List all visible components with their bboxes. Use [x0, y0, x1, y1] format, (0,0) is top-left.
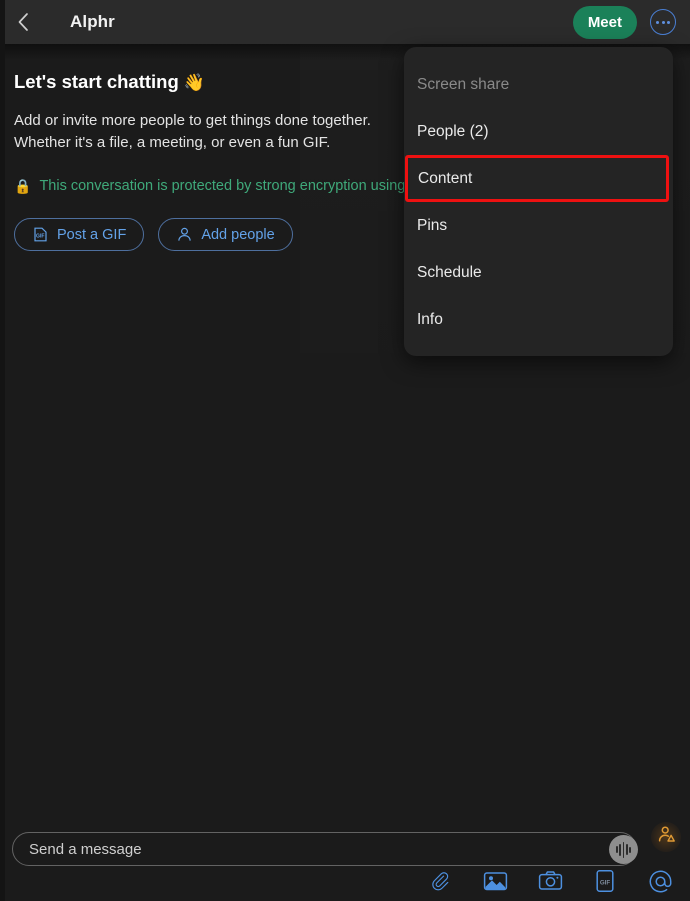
post-a-gif-label: Post a GIF: [57, 226, 127, 243]
menu-item-label: Screen share: [417, 75, 510, 93]
intro-action-buttons: GIF Post a GIF Add people: [14, 218, 434, 251]
menu-item-label: Info: [417, 310, 443, 328]
empty-conversation-intro: Let's start chatting 👋 Add or invite more…: [14, 71, 434, 251]
photo-button[interactable]: [481, 867, 509, 895]
page-title: Alphr: [70, 12, 115, 31]
svg-text:GIF: GIF: [600, 880, 611, 887]
menu-item-label: Content: [418, 169, 473, 187]
gif-button[interactable]: GIF: [591, 867, 619, 895]
menu-item-content[interactable]: Content: [405, 155, 669, 202]
svg-text:GIF: GIF: [36, 234, 45, 240]
encryption-notice: 🔒 This conversation is protected by stro…: [14, 176, 426, 196]
composer-tool-row: GIF: [426, 867, 674, 895]
mention-at-icon: [648, 869, 673, 894]
voice-waveform-icon: [615, 841, 632, 858]
more-options-button[interactable]: [650, 9, 676, 35]
attach-button[interactable]: [426, 867, 454, 895]
camera-icon: [538, 870, 563, 892]
wave-emoji-icon: 👋: [183, 73, 205, 92]
avatar-button[interactable]: [651, 822, 681, 852]
message-composer: GIF: [0, 820, 690, 901]
app-header: Alphr Meet: [0, 0, 690, 44]
menu-item-label: Pins: [417, 216, 448, 234]
gif-icon: GIF: [595, 869, 615, 893]
intro-title-text: Let's start chatting: [14, 71, 179, 92]
intro-description: Add or invite more people to get things …: [14, 112, 371, 151]
avatar-person-icon: [657, 825, 676, 849]
message-input-row: [12, 832, 638, 866]
menu-item-info[interactable]: Info: [404, 296, 673, 343]
menu-item-people[interactable]: People (2): [404, 108, 673, 155]
add-people-label: Add people: [201, 226, 275, 243]
lock-icon: 🔒: [14, 178, 32, 194]
photo-image-icon: [483, 870, 508, 892]
post-a-gif-button[interactable]: GIF Post a GIF: [14, 218, 145, 251]
left-edge-strip: [0, 0, 5, 901]
camera-button[interactable]: [536, 867, 564, 895]
more-horizontal-icon: [656, 20, 670, 24]
intro-title: Let's start chatting 👋: [14, 71, 434, 93]
add-people-button[interactable]: Add people: [158, 218, 293, 251]
voice-message-button[interactable]: [609, 835, 638, 864]
menu-item-screen-share: Screen share: [404, 61, 673, 108]
attach-paperclip-icon: [428, 869, 452, 893]
back-button[interactable]: [0, 0, 46, 44]
meet-button[interactable]: Meet: [572, 5, 637, 39]
message-input[interactable]: [12, 832, 637, 866]
gif-file-icon: GIF: [32, 226, 49, 243]
more-options-menu: Screen share People (2) Content Pins Sch…: [404, 47, 673, 356]
encryption-text: This conversation is protected by strong…: [39, 178, 406, 194]
chat-app-window: Let's start chatting 👋 Add or invite more…: [0, 0, 690, 901]
menu-item-pins[interactable]: Pins: [404, 202, 673, 249]
menu-item-schedule[interactable]: Schedule: [404, 249, 673, 296]
menu-item-label: Schedule: [417, 263, 482, 281]
menu-item-label: People (2): [417, 122, 489, 140]
mention-button[interactable]: [646, 867, 674, 895]
person-icon: [176, 226, 193, 243]
chevron-left-icon: [15, 11, 32, 33]
